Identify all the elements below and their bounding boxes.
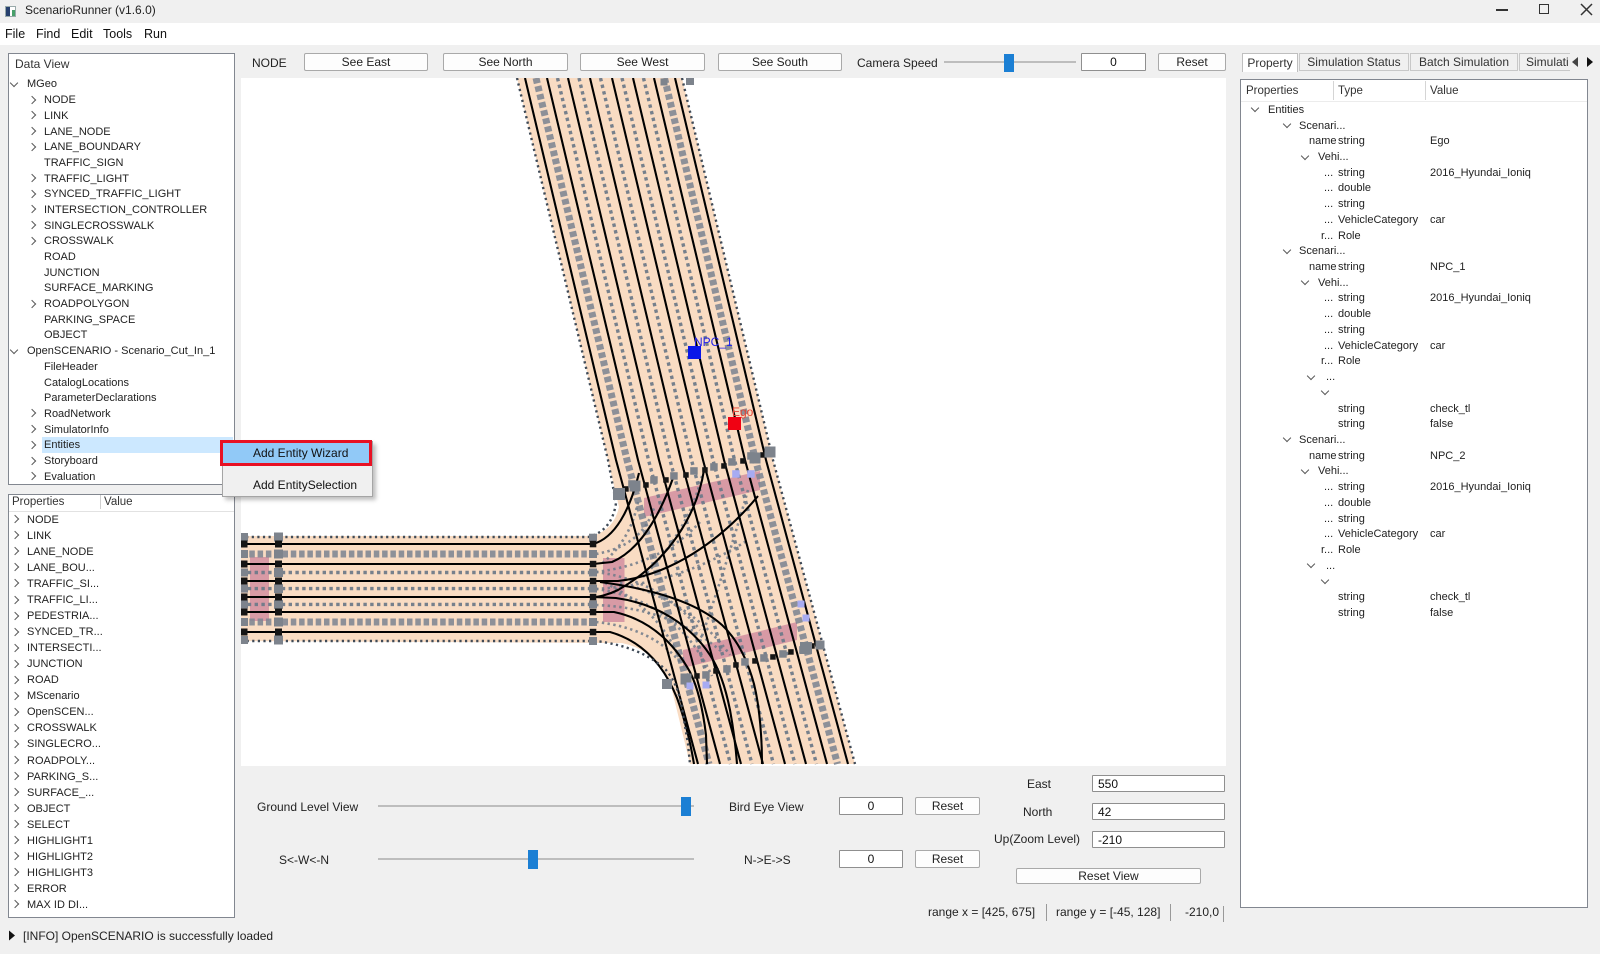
svg-text:Ego: Ego bbox=[732, 405, 754, 419]
svg-text:NPC_1: NPC_1 bbox=[694, 335, 733, 349]
